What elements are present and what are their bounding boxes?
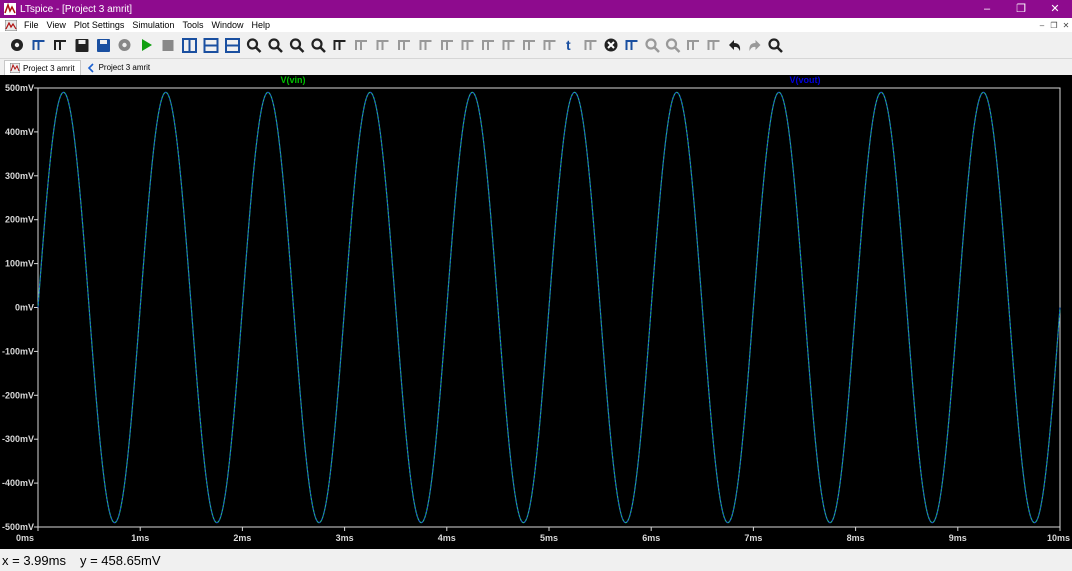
drag-icon[interactable]: [543, 40, 556, 50]
menu-simulation[interactable]: Simulation: [128, 20, 178, 30]
mirror-icon[interactable]: [687, 40, 699, 50]
waveform-plot[interactable]: 500mV 400mV 300mV 200mV 100mV 0mV -100mV -200mV…: [0, 75, 1072, 549]
tab-label: Project 3 amrit: [23, 63, 75, 73]
cascade-icon[interactable]: [225, 38, 240, 53]
y-tick-label: 100mV: [5, 259, 34, 269]
y-tick-label: 200mV: [5, 215, 34, 225]
stop-icon[interactable]: [162, 40, 174, 51]
zoom-out-icon[interactable]: [268, 38, 283, 53]
waveform-chart[interactable]: 500mV 400mV 300mV 200mV 100mV 0mV -100mV -200mV…: [0, 75, 1072, 549]
window-title: LTspice - [Project 3 amrit]: [20, 3, 133, 15]
tab-schematic[interactable]: Project 3 amrit: [4, 60, 81, 75]
y-tick-label: -100mV: [2, 346, 34, 356]
y-tick-label: -400mV: [2, 478, 34, 488]
ground-icon[interactable]: [376, 40, 389, 50]
x-tick-label: 6ms: [642, 533, 660, 543]
y-tick-label: -200mV: [2, 390, 34, 400]
undo-icon[interactable]: [729, 40, 741, 51]
menu-window[interactable]: Window: [207, 20, 247, 30]
menu-plot-settings[interactable]: Plot Settings: [70, 20, 129, 30]
x-tick-label: 1ms: [131, 533, 149, 543]
delete-icon[interactable]: [604, 38, 618, 52]
x-tick-label: 7ms: [744, 533, 762, 543]
menu-view[interactable]: View: [43, 20, 70, 30]
duplicate-icon[interactable]: [625, 40, 638, 50]
tab-waveform[interactable]: Project 3 amrit: [81, 60, 156, 75]
zoom-in-icon[interactable]: [246, 38, 262, 53]
cursor-y-readout: y = 458.65mV: [79, 552, 161, 568]
diode-icon[interactable]: [482, 40, 494, 50]
wire-icon[interactable]: [355, 40, 367, 50]
spice-directive-icon[interactable]: [584, 40, 597, 50]
redo-icon[interactable]: [749, 40, 761, 51]
waveform-icon: [87, 62, 94, 73]
menu-file[interactable]: File: [20, 20, 43, 30]
tile-horizontal-icon[interactable]: [203, 38, 219, 53]
halt-icon[interactable]: [118, 39, 131, 51]
print-icon[interactable]: [97, 39, 110, 52]
y-tick-label: -500mV: [2, 522, 34, 532]
zoom-area-icon[interactable]: [645, 38, 660, 53]
x-tick-label: 0ms: [16, 533, 34, 543]
document-icon[interactable]: [5, 19, 17, 31]
resistor-icon[interactable]: [419, 40, 432, 50]
minimize-button[interactable]: –: [970, 0, 1004, 18]
schematic-icon: [10, 63, 20, 73]
inductor-icon[interactable]: [461, 40, 474, 50]
x-tick-label: 2ms: [233, 533, 251, 543]
zoom-fit-icon[interactable]: [311, 38, 326, 53]
undo-text-icon[interactable]: t: [566, 37, 571, 53]
autorange-icon[interactable]: [333, 40, 346, 50]
toolbar-icons: t: [11, 37, 783, 53]
tile-vertical-icon[interactable]: [182, 38, 197, 53]
document-tabs: Project 3 amrit Project 3 amrit: [0, 59, 1072, 75]
cursor-x-readout: x = 3.99ms: [2, 552, 66, 568]
tab-label: Project 3 amrit: [98, 63, 151, 72]
menu-help[interactable]: Help: [247, 20, 274, 30]
toolbar: t: [0, 32, 1072, 59]
x-tick-label: 4ms: [438, 533, 456, 543]
label-net-icon[interactable]: [398, 40, 410, 50]
x-tick-label: 3ms: [336, 533, 354, 543]
open-schematic-icon[interactable]: [32, 40, 45, 50]
settings-gear-icon[interactable]: [11, 39, 23, 51]
mdi-close-button[interactable]: ✕: [1060, 21, 1072, 30]
run-icon[interactable]: [142, 39, 152, 51]
svg-text:t: t: [566, 37, 571, 53]
y-tick-label: -300mV: [2, 434, 34, 444]
y-tick-label: 300mV: [5, 171, 34, 181]
rotate-icon[interactable]: [707, 40, 720, 50]
x-tick-label: 8ms: [847, 533, 865, 543]
find-icon[interactable]: [768, 38, 783, 53]
x-tick-label: 5ms: [540, 533, 558, 543]
y-tick-label: 500mV: [5, 83, 34, 93]
trace-label-0[interactable]: V(vin): [280, 75, 305, 85]
x-tick-label: 10ms: [1047, 533, 1070, 543]
capacitor-icon[interactable]: [441, 40, 453, 50]
zoom-back-icon[interactable]: [665, 38, 681, 53]
mdi-minimize-button[interactable]: –: [1036, 21, 1048, 30]
y-tick-label: 0mV: [15, 303, 34, 313]
status-bar: x = 3.99ms y = 458.65mV: [0, 549, 1072, 571]
menu-bar: File View Plot Settings Simulation Tools…: [0, 18, 1072, 32]
title-bar: LTspice - [Project 3 amrit] – ❐ ✕: [0, 0, 1072, 18]
restore-button[interactable]: ❐: [1004, 0, 1038, 18]
component-icon[interactable]: [502, 40, 515, 50]
y-tick-label: 400mV: [5, 127, 34, 137]
save-icon[interactable]: [75, 39, 89, 52]
trace-label-1[interactable]: V(vout): [790, 75, 821, 85]
menu-tools[interactable]: Tools: [178, 20, 207, 30]
x-tick-label: 9ms: [949, 533, 967, 543]
open-folder-icon[interactable]: [54, 40, 66, 50]
move-icon[interactable]: [523, 40, 535, 50]
mdi-restore-button[interactable]: ❐: [1048, 21, 1060, 30]
ltspice-app-icon: [4, 3, 16, 15]
close-button[interactable]: ✕: [1038, 0, 1072, 18]
zoom-full-icon[interactable]: [289, 38, 305, 53]
